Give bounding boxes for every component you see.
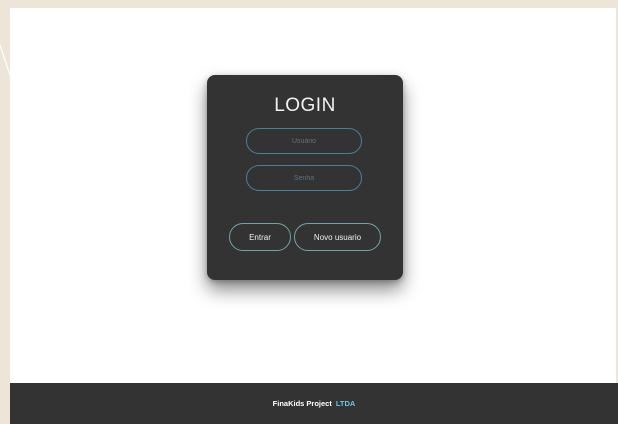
footer-brand: FinaKids Project — [272, 399, 332, 408]
login-button[interactable]: Entrar — [229, 223, 291, 251]
login-card: LOGIN Entrar Novo usuario — [207, 75, 403, 280]
password-field[interactable] — [246, 165, 362, 191]
new-user-button[interactable]: Novo usuario — [294, 223, 381, 251]
username-field[interactable] — [246, 128, 362, 154]
footer: FinaKids Project LTDA — [10, 383, 618, 424]
footer-suffix: LTDA — [335, 399, 356, 408]
login-title: LOGIN — [274, 95, 336, 116]
